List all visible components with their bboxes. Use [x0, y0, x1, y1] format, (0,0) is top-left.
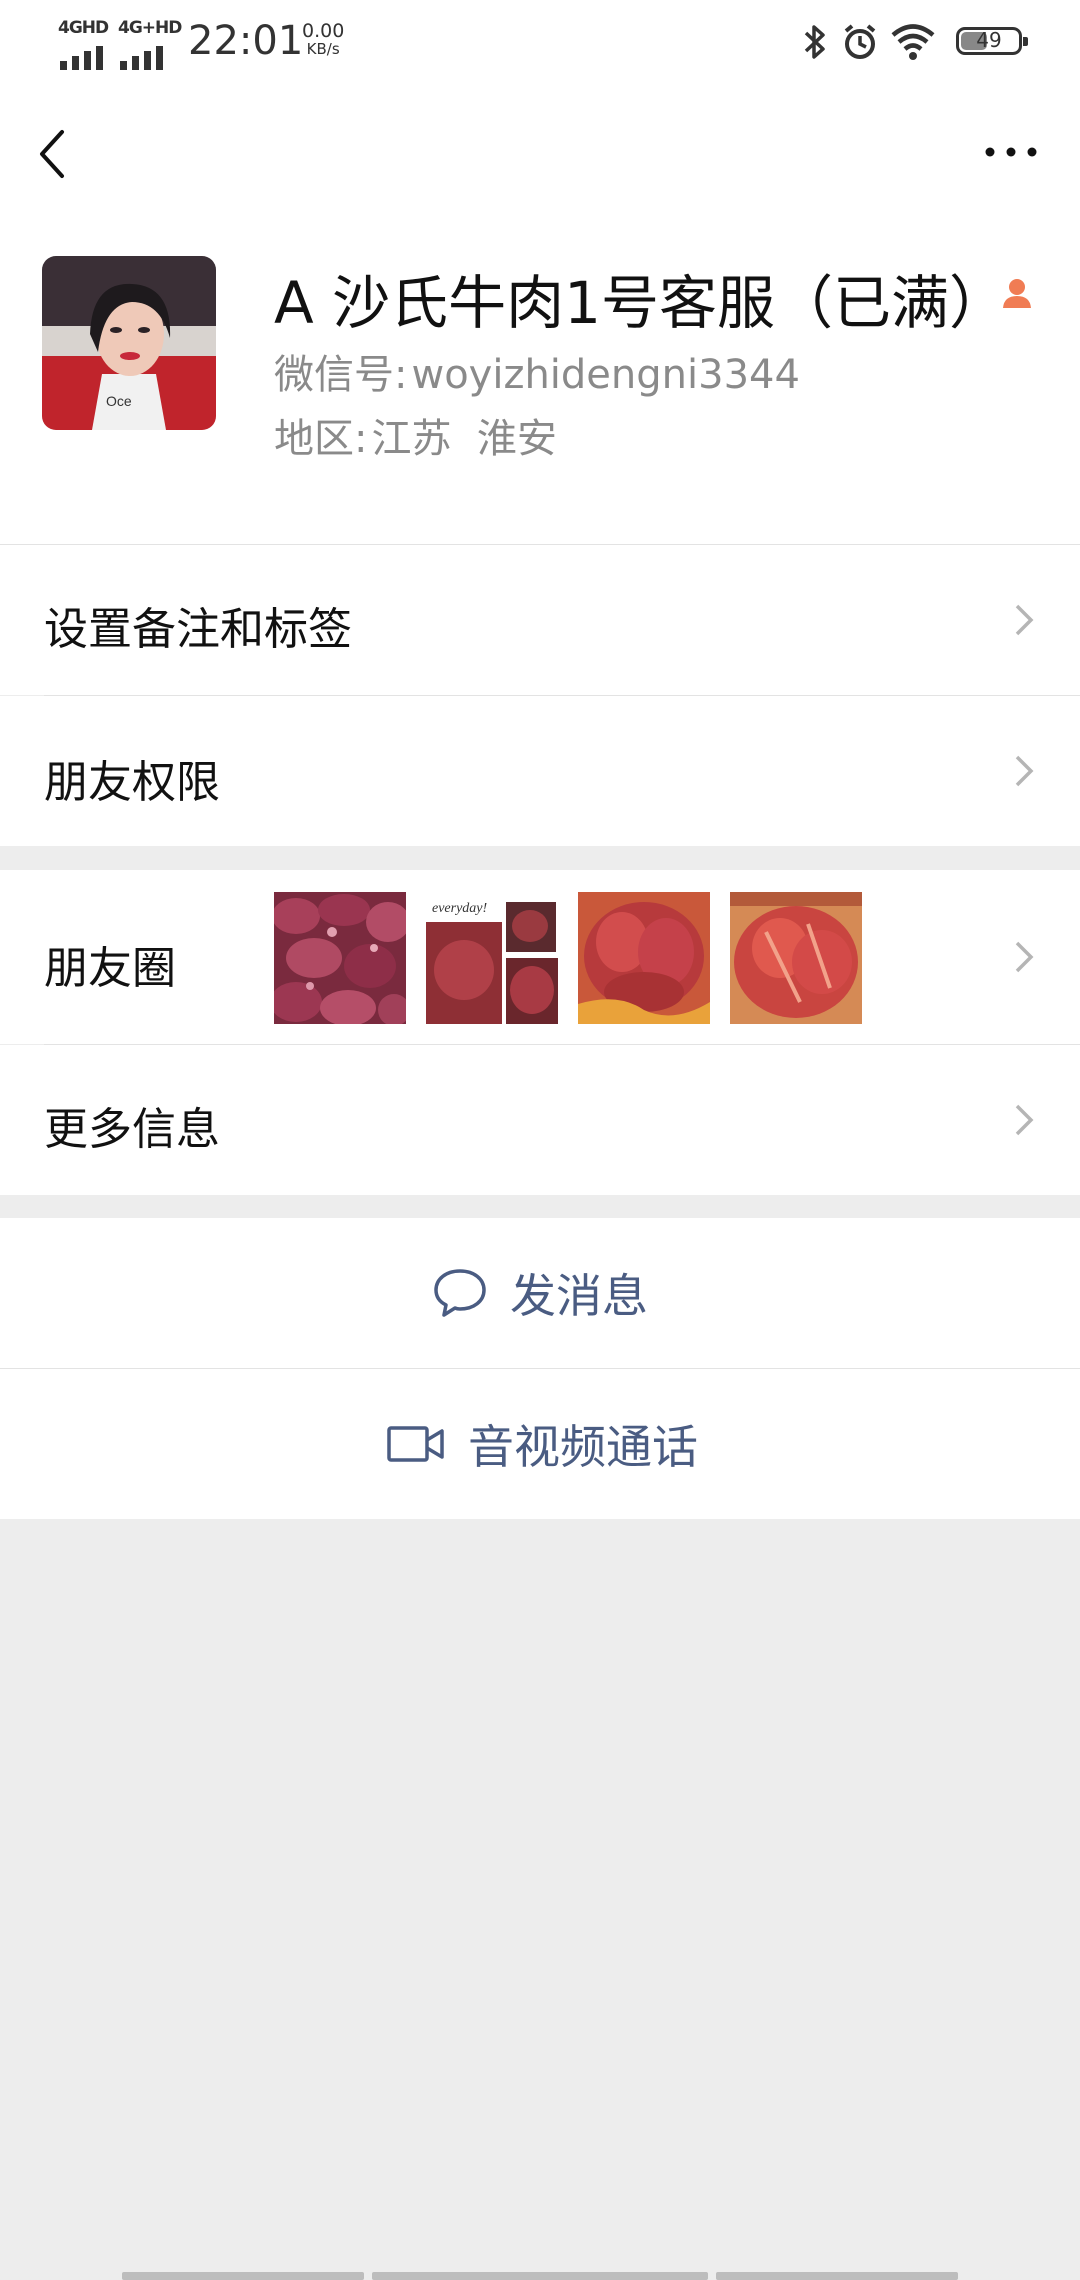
gesture-bar[interactable] — [716, 2272, 958, 2280]
chevron-right-icon — [1015, 755, 1034, 787]
signal-1-label: 4GHD — [58, 18, 109, 38]
video-camera-icon — [387, 1426, 444, 1462]
signal-2-label: 4G+HD — [118, 18, 182, 38]
region-label: 地区: — [274, 416, 368, 462]
moments-thumbnail — [274, 892, 406, 1024]
set-remark-row[interactable]: 设置备注和标签 — [0, 545, 1080, 695]
send-message-label: 发消息 — [510, 1269, 648, 1323]
avatar[interactable]: Oce — [42, 256, 216, 430]
back-icon[interactable] — [30, 124, 80, 184]
moments-label: 朋友圈 — [44, 943, 176, 994]
battery-icon: 49 — [956, 27, 1028, 55]
friend-permissions-row[interactable]: 朋友权限 — [0, 696, 1080, 846]
svg-text:Oce: Oce — [106, 393, 132, 409]
moments-thumbnail: everyday! — [426, 892, 558, 1024]
more-info-row[interactable]: 更多信息 — [0, 1045, 1080, 1195]
net-speed-unit: KB/s — [306, 40, 340, 58]
alarm-icon — [844, 24, 876, 59]
moments-row[interactable]: 朋友圈 everyday! — [0, 870, 1080, 1044]
signal-bars-icon — [120, 44, 168, 70]
clock: 22:01 — [188, 18, 304, 64]
wechat-id-value: woyizhidengni3344 — [411, 352, 800, 398]
wechat-id: 微信号: woyizhidengni3344 — [274, 342, 800, 400]
more-icon[interactable] — [976, 132, 1046, 172]
female-person-icon — [1003, 279, 1031, 308]
bluetooth-icon — [804, 25, 825, 59]
region: 地区: 江苏 淮安 — [274, 406, 557, 464]
av-call-button[interactable]: 音视频通话 — [0, 1369, 1080, 1519]
chevron-right-icon — [1015, 604, 1034, 636]
av-call-label: 音视频通话 — [468, 1420, 698, 1474]
set-remark-label: 设置备注和标签 — [44, 604, 352, 655]
friend-permissions-label: 朋友权限 — [44, 757, 220, 808]
gesture-bar[interactable] — [122, 2272, 364, 2280]
net-speed-value: 0.00 — [302, 20, 345, 42]
battery-level: 49 — [976, 28, 1002, 52]
gesture-bar[interactable] — [372, 2272, 708, 2280]
thumb-caption: everyday! — [432, 901, 488, 916]
wifi-icon — [891, 24, 935, 60]
net-speed: 0.00 KB/s — [302, 20, 345, 59]
send-message-button[interactable]: 发消息 — [0, 1218, 1080, 1368]
moments-thumbnail — [730, 892, 862, 1024]
status-bar: 4GHD 4G+HD 22:01 0.00 KB/s 49 — [0, 0, 1080, 84]
chevron-right-icon — [1015, 1104, 1034, 1136]
profile-name: A 沙氏牛肉1号客服（已满） — [274, 269, 1008, 337]
profile-header: Oce A 沙氏牛肉1号客服（已满） 微信号: woyizhidengni3344… — [0, 214, 1080, 544]
wechat-id-label: 微信号: — [274, 352, 408, 398]
nav-bar — [0, 84, 1080, 214]
chevron-right-icon — [1015, 941, 1034, 973]
region-value: 江苏 淮安 — [371, 416, 557, 462]
more-info-label: 更多信息 — [44, 1104, 220, 1155]
moments-thumbnail — [578, 892, 710, 1024]
chat-bubble-icon — [434, 1269, 486, 1317]
signal-bars-icon — [60, 44, 108, 70]
